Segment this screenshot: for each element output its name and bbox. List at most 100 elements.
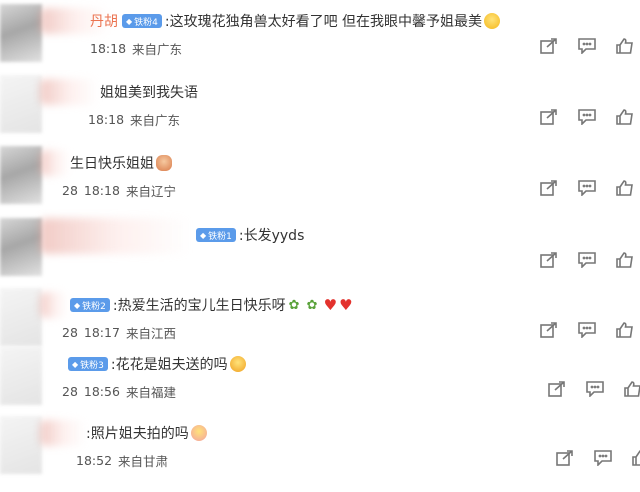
- comment-meta: 28 18:17 来自江西: [62, 323, 176, 342]
- like-icon[interactable]: [632, 450, 640, 466]
- comment-time: 18:17: [83, 325, 120, 340]
- comment-row: 姐姐美到我失语 18:18 来自广东: [0, 75, 640, 151]
- avatar[interactable]: [0, 288, 42, 346]
- badge-icon: ◆: [74, 300, 81, 310]
- like-icon[interactable]: [616, 252, 634, 268]
- comment-line: :照片姐夫拍的吗: [86, 422, 207, 444]
- palm-emoji-icon: ✿: [288, 297, 300, 313]
- comment-source: 来自甘肃: [118, 454, 169, 469]
- comment-text: 生日快乐姐姐: [70, 156, 154, 172]
- comment-text: :花花是姐夫送的吗: [110, 357, 228, 373]
- laugh-emoji-icon: [484, 13, 501, 29]
- comment-meta: 18:52 来自甘肃: [76, 451, 168, 470]
- like-icon[interactable]: [616, 180, 634, 196]
- blurred-username: [40, 150, 70, 176]
- badge-label: 铁粉1: [208, 231, 232, 242]
- like-icon[interactable]: [624, 381, 640, 397]
- comment-text: :照片姐夫拍的吗: [86, 426, 189, 442]
- avatar[interactable]: [0, 146, 42, 204]
- action-icons: [556, 450, 640, 467]
- comment-meta: 18:18 来自广东: [88, 110, 180, 129]
- comment-source: 来自辽宁: [125, 184, 176, 199]
- avatar[interactable]: [0, 347, 42, 405]
- comment-icon[interactable]: [586, 381, 604, 398]
- comment-text: :这玫瑰花独角兽太好看了吧 但在我眼中馨予姐最美: [164, 14, 483, 30]
- badge-label: 铁粉2: [82, 301, 106, 312]
- comment-line: ◆ 铁粉3 :花花是姐夫送的吗: [68, 353, 246, 375]
- comment-row: ◆ 铁粉1 :长发yyds: [0, 218, 640, 294]
- comment-meta: 18:18 来自广东: [90, 39, 182, 58]
- shy-emoji-icon: [190, 425, 207, 441]
- comment-meta: 28 18:18 来自辽宁: [62, 181, 176, 200]
- share-icon[interactable]: [540, 180, 558, 196]
- like-icon[interactable]: [616, 322, 634, 338]
- share-icon[interactable]: [556, 450, 574, 466]
- blurred-username: [40, 292, 68, 318]
- comment-source: 来自广东: [132, 42, 183, 57]
- comment-row: ◆ 铁粉3 :花花是姐夫送的吗 28 18:56 来自福建: [0, 347, 640, 423]
- comment-icon[interactable]: [578, 38, 596, 55]
- comment-source: 来自福建: [125, 385, 176, 400]
- share-icon[interactable]: [540, 252, 558, 268]
- action-icons: [540, 252, 634, 269]
- comment-date: 28: [62, 183, 78, 198]
- comment-time: 18:18: [90, 41, 127, 56]
- fan-badge[interactable]: ◆ 铁粉2: [70, 298, 110, 312]
- like-icon[interactable]: [616, 38, 634, 54]
- badge-label: 铁粉4: [134, 17, 158, 28]
- blurred-username: [40, 420, 85, 446]
- blurred-username: [40, 218, 190, 254]
- comment-line: 姐姐美到我失语: [100, 81, 198, 103]
- avatar[interactable]: [0, 218, 42, 276]
- comment-icon[interactable]: [594, 450, 612, 467]
- comment-source: 来自江西: [125, 326, 176, 341]
- like-icon[interactable]: [616, 109, 634, 125]
- comment-row: 生日快乐姐姐 28 18:18 来自辽宁: [0, 146, 640, 222]
- comment-icon[interactable]: [578, 252, 596, 269]
- fan-badge[interactable]: ◆ 铁粉1: [196, 228, 236, 242]
- blurred-username: [40, 79, 98, 105]
- avatar[interactable]: [0, 4, 42, 62]
- share-icon[interactable]: [540, 38, 558, 54]
- share-icon[interactable]: [548, 381, 566, 397]
- avatar[interactable]: [0, 75, 42, 133]
- comment-time: 18:18: [83, 183, 120, 198]
- share-icon[interactable]: [540, 322, 558, 338]
- palm-emoji-icon: ✿: [306, 297, 318, 313]
- comment-icon[interactable]: [578, 180, 596, 197]
- comment-line: 生日快乐姐姐: [70, 152, 172, 174]
- comment-time: 18:52: [76, 453, 113, 468]
- comment-icon[interactable]: [578, 322, 596, 339]
- comment-source: 来自广东: [130, 113, 181, 128]
- share-icon[interactable]: [540, 109, 558, 125]
- comment-row: :照片姐夫拍的吗 18:52 来自甘肃: [0, 416, 640, 492]
- username[interactable]: 丹胡: [90, 11, 118, 31]
- comment-text: 姐姐美到我失语: [100, 85, 198, 101]
- comment-text: :长发yyds: [238, 228, 305, 244]
- action-icons: [540, 109, 634, 126]
- badge-label: 铁粉3: [80, 360, 104, 371]
- action-icons: [540, 180, 634, 197]
- heart-emoji-icon: ♥: [339, 295, 353, 314]
- comment-date: 28: [62, 325, 78, 340]
- comment-line: ◆ 铁粉1 :长发yyds: [196, 224, 304, 246]
- comment-line: ◆ 铁粉2 :热爱生活的宝儿生日快乐呀 ✿ ✿ ♥ ♥: [70, 294, 353, 316]
- comment-date: 28: [62, 384, 78, 399]
- avatar[interactable]: [0, 416, 42, 474]
- action-icons: [540, 38, 634, 55]
- fan-badge[interactable]: ◆ 铁粉3: [68, 357, 108, 371]
- comment-row: 丹胡 ◆ 铁粉4 :这玫瑰花独角兽太好看了吧 但在我眼中馨予姐最美 18:18 来…: [0, 4, 640, 80]
- comment-line: 丹胡 ◆ 铁粉4 :这玫瑰花独角兽太好看了吧 但在我眼中馨予姐最美: [90, 10, 501, 32]
- fan-badge[interactable]: ◆ 铁粉4: [122, 14, 162, 28]
- action-icons: [548, 381, 640, 398]
- badge-icon: ◆: [200, 230, 207, 240]
- comment-time: 18:56: [83, 384, 120, 399]
- cry-emoji-icon: [229, 356, 246, 372]
- comment-time: 18:18: [88, 112, 125, 127]
- action-icons: [540, 322, 634, 339]
- comment-icon[interactable]: [578, 109, 596, 126]
- badge-icon: ◆: [72, 359, 79, 369]
- comment-text: :热爱生活的宝儿生日快乐呀: [112, 298, 286, 314]
- cake-emoji-icon: [156, 155, 172, 171]
- comment-meta: 28 18:56 来自福建: [62, 382, 176, 401]
